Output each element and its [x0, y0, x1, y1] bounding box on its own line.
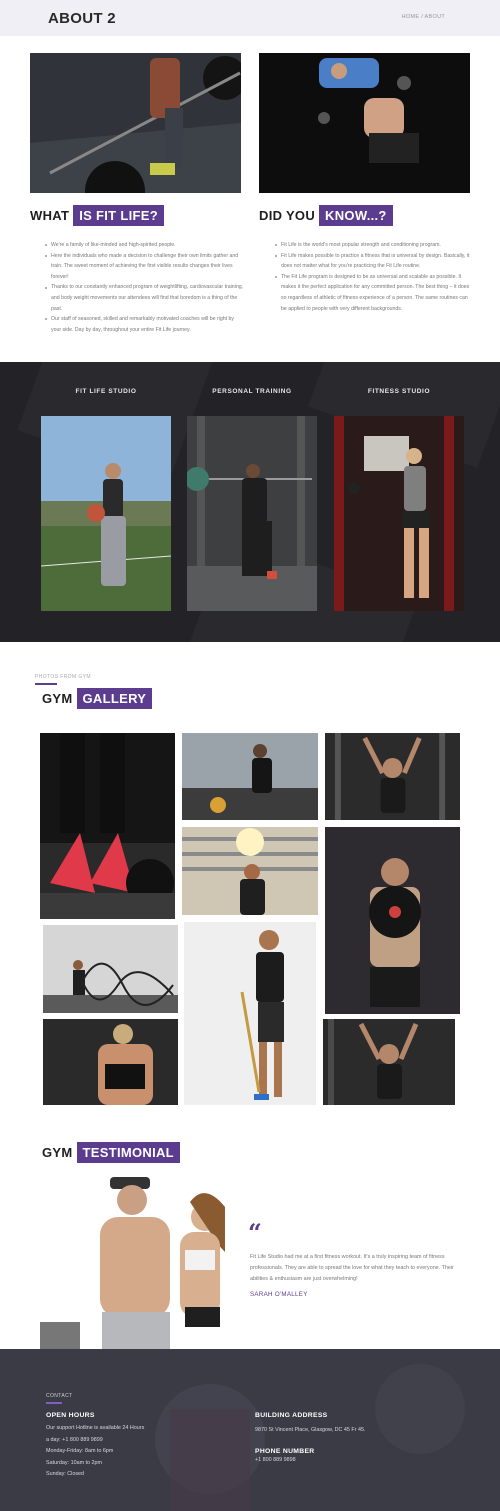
heading-accent: IS FIT LIFE?: [73, 205, 164, 226]
gallery-photo-pullup[interactable]: [325, 733, 460, 820]
list-item: Fit Life makes possible to practice a fi…: [274, 251, 474, 272]
testimonial-couple-photo: [40, 1172, 240, 1350]
gallery-photo-pullup-2[interactable]: [323, 1019, 455, 1105]
testimonial-text: Fit Life Studio had me at a first fitnes…: [250, 1252, 475, 1285]
page-title: ABOUT 2: [48, 10, 116, 27]
gallery-label-underline: [35, 683, 57, 685]
trainer-photo: [259, 53, 470, 193]
gallery-photo-battle-ropes[interactable]: [43, 925, 178, 1013]
heading-plain: WHAT: [30, 208, 70, 223]
footer-label-underline: [46, 1402, 62, 1404]
breadcrumb[interactable]: HOME / ABOUT: [402, 14, 445, 20]
phone-number-title: PHONE NUMBER: [255, 1448, 315, 1455]
heading-accent: TESTIMONIAL: [76, 1142, 180, 1163]
hours-line: Our support Hotline is available 24 Hour…: [46, 1425, 145, 1431]
studio-label-personal-training[interactable]: PERSONAL TRAINING: [187, 388, 317, 395]
heading-plain: GYM: [42, 1145, 73, 1160]
open-hours-title: OPEN HOURS: [46, 1412, 95, 1419]
studio-photo-personal-training[interactable]: [187, 416, 317, 611]
gym-gallery-heading: GYM GALLERY: [42, 688, 153, 709]
page-header: ABOUT 2 HOME / ABOUT: [0, 0, 500, 36]
list-item: We're a family of like-minded and high-s…: [44, 240, 244, 251]
gallery-photo-kettlebell-swing[interactable]: [182, 733, 318, 820]
studio-label-fit-life[interactable]: FIT LIFE STUDIO: [41, 388, 171, 395]
deadlift-photo: [30, 53, 241, 193]
list-item: Here the individuals who made a decision…: [44, 251, 244, 283]
footer-small-label: CONTACT: [46, 1393, 73, 1399]
what-is-fit-life-list: We're a family of like-minded and high-s…: [44, 240, 244, 335]
gallery-photo-resistance-band[interactable]: [184, 922, 316, 1105]
did-you-know-list: Fit Life is the world's most popular str…: [274, 240, 474, 314]
open-hours-text: Our support Hotline is available 24 Hour…: [46, 1423, 236, 1481]
hours-line: Sunday: Closed: [46, 1471, 85, 1477]
studio-photo-fit-life[interactable]: [41, 416, 171, 611]
building-address: 9870 St Vincent Place, Glasgow, DC 45 Fr…: [255, 1427, 366, 1433]
gallery-photo-back-muscles[interactable]: [43, 1019, 178, 1105]
list-item: Our staff of seasoned, skilled and remar…: [44, 314, 244, 335]
gallery-photo-sneakers[interactable]: [40, 733, 175, 919]
testimonial-line: Fit Life Studio had me at a first fitnes…: [250, 1254, 445, 1260]
list-item: The Fit Life program is designed to be a…: [274, 272, 474, 314]
testimonial-author: SARAH O'MALLEY: [250, 1291, 308, 1298]
studios-section: FIT LIFE STUDIO PERSONAL TRAINING FITNES…: [0, 362, 500, 642]
hours-line: Saturday: 10am to 2pm: [46, 1459, 103, 1466]
studio-photo-fitness[interactable]: [334, 416, 464, 611]
building-address-title: BUILDING ADDRESS: [255, 1412, 328, 1419]
gallery-photo-window-stretch[interactable]: [182, 827, 318, 915]
phone-number[interactable]: +1 800 889 9898: [255, 1455, 296, 1467]
hours-line: Monday-Friday: 8am to 6pm: [46, 1448, 114, 1454]
testimonial-line: professionals. They are able to spread t…: [250, 1265, 454, 1271]
did-you-know-heading: DID YOU KNOW...?: [259, 205, 393, 226]
hours-line: a day: +1 800 889 9899: [46, 1436, 103, 1443]
gallery-small-label: PHOTOS FROM GYM: [35, 674, 91, 680]
studio-label-fitness-studio[interactable]: FITNESS STUDIO: [334, 388, 464, 395]
gym-testimonial-heading: GYM TESTIMONIAL: [42, 1142, 180, 1163]
gallery-photo-weight-plate[interactable]: [325, 827, 460, 1014]
quote-icon: “: [248, 1218, 262, 1247]
what-is-fit-life-heading: WHAT IS FIT LIFE?: [30, 205, 164, 226]
testimonial-line: abilities & enthusiasm are just overwhel…: [250, 1276, 358, 1282]
heading-plain: GYM: [42, 691, 73, 706]
list-item: Fit Life is the world's most popular str…: [274, 240, 474, 251]
footer: CONTACT OPEN HOURS Our support Hotline i…: [0, 1349, 500, 1511]
heading-accent: GALLERY: [76, 688, 153, 709]
heading-accent: KNOW...?: [319, 205, 393, 226]
list-item: Thanks to our constantly enhanced progra…: [44, 282, 244, 314]
heading-plain: DID YOU: [259, 208, 316, 223]
